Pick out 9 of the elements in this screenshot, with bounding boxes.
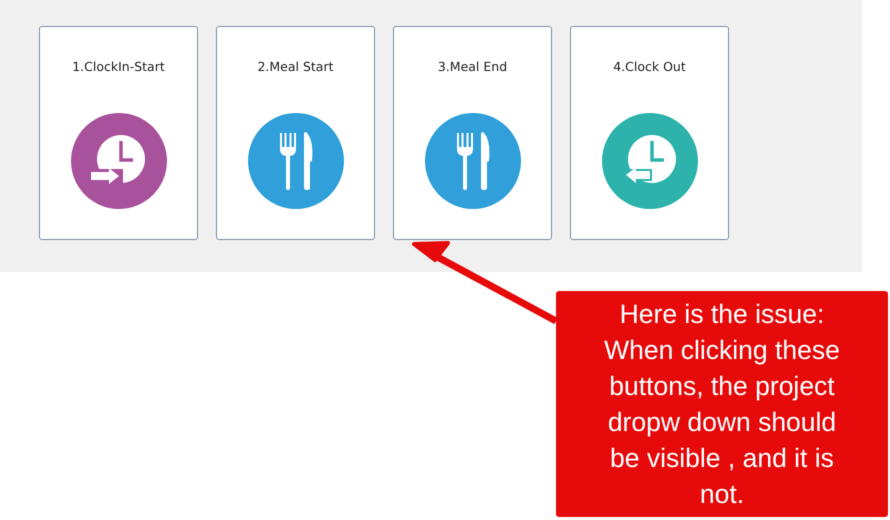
card-title: 4.Clock Out (613, 59, 686, 74)
action-card[interactable]: 1.ClockIn-Start (39, 26, 198, 240)
callout-text: Here is the issue: When clicking these buttons, the project dropw down should be visible , and it is not. (604, 298, 840, 511)
card-title: 1.ClockIn-Start (72, 59, 165, 74)
card-title: 2.Meal Start (257, 59, 334, 74)
action-card[interactable]: 2.Meal Start (216, 26, 375, 240)
card-title: 3.Meal End (438, 59, 508, 74)
action-card[interactable]: 4.Clock Out (570, 26, 729, 240)
action-card[interactable]: 3.Meal End (393, 26, 552, 240)
